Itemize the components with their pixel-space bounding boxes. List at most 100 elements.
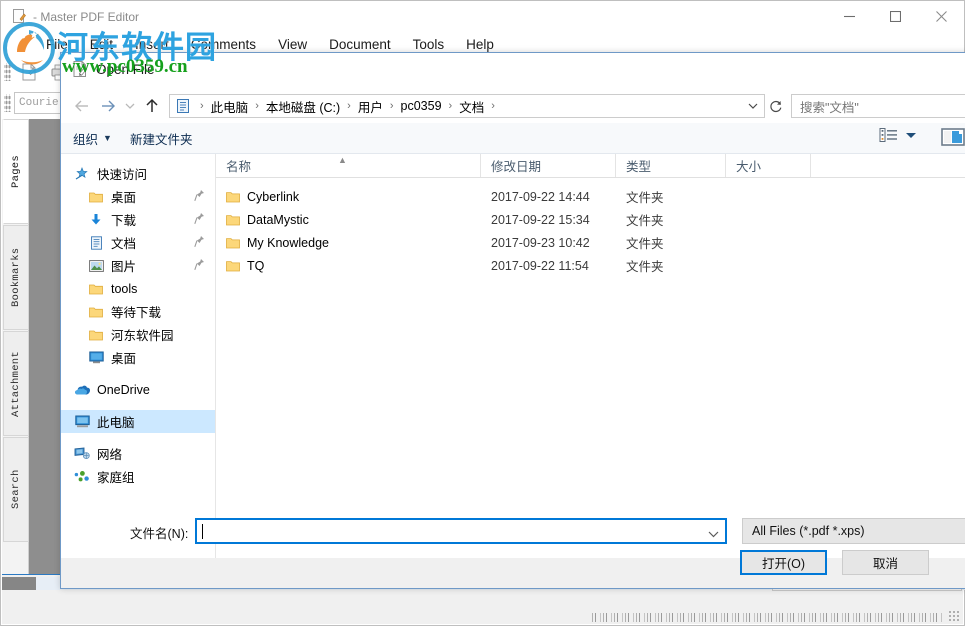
file-type: 文件夹: [626, 191, 664, 205]
breadcrumb-this-pc[interactable]: 此电脑: [209, 97, 251, 116]
breadcrumb-local-disk[interactable]: 本地磁盘 (C:): [264, 97, 342, 116]
table-row[interactable]: My Knowledge 2017-09-23 10:42 文件夹: [216, 231, 965, 254]
view-options-icon: [879, 128, 897, 142]
search-input[interactable]: 搜索"文档": [791, 94, 965, 118]
resize-grip[interactable]: [948, 610, 960, 622]
documents-folder-icon: [175, 98, 191, 114]
table-row[interactable]: DataMystic 2017-09-22 15:34 文件夹: [216, 208, 965, 231]
column-label: 类型: [626, 160, 652, 174]
view-options-button[interactable]: [879, 127, 917, 143]
toolbar-grip-2[interactable]: [4, 94, 11, 112]
sidebar-item-network[interactable]: 网络: [61, 442, 215, 465]
file-list-pane[interactable]: 名称 ▲ 修改日期 类型 大小 Cyberlink 2017-09-22 14:…: [216, 154, 965, 558]
new-document-icon[interactable]: [14, 58, 44, 86]
side-tab-pages[interactable]: Pages: [3, 119, 29, 224]
file-name: My Knowledge: [247, 235, 329, 250]
sidebar-item-pending-downloads[interactable]: 等待下载: [61, 300, 215, 323]
menu-item-tools[interactable]: Tools: [402, 35, 456, 54]
cancel-button[interactable]: 取消: [842, 550, 929, 575]
column-header-size[interactable]: 大小: [726, 154, 811, 177]
table-row[interactable]: TQ 2017-09-22 11:54 文件夹: [216, 254, 965, 277]
menu-item-view[interactable]: View: [267, 35, 318, 54]
pin-icon[interactable]: [194, 258, 205, 274]
filename-label: 文件名(N):: [130, 527, 189, 541]
scrollbar-thumb-left[interactable]: [2, 577, 36, 590]
filename-chevron-down-icon[interactable]: [708, 525, 719, 543]
open-button[interactable]: 打开(O): [740, 550, 827, 575]
toolbar-grip[interactable]: [4, 63, 11, 81]
preview-pane-toggle[interactable]: [941, 128, 965, 151]
file-filter-value: All Files (*.pdf *.xps): [752, 524, 865, 538]
file-date: 2017-09-22 11:54: [491, 258, 589, 273]
menu-item-comments[interactable]: Comments: [180, 35, 267, 54]
sidebar-item-downloads[interactable]: 下载: [61, 208, 215, 231]
new-folder-label: 新建文件夹: [129, 132, 193, 147]
breadcrumb-separator-2: ›: [347, 100, 351, 112]
menu-item-edit[interactable]: Edit: [79, 35, 124, 54]
column-header-date[interactable]: 修改日期: [481, 154, 616, 177]
organize-button[interactable]: 组织 ▼: [73, 129, 112, 148]
sidebar-item-homegroup[interactable]: 家庭组: [61, 465, 215, 488]
sidebar-label: 下载: [111, 214, 137, 228]
up-arrow-icon[interactable]: [139, 93, 165, 119]
file-list: Cyberlink 2017-09-22 14:44 文件夹 DataMysti…: [216, 178, 965, 277]
filename-input[interactable]: [195, 518, 727, 544]
address-bar[interactable]: › 此电脑 › 本地磁盘 (C:) › 用户 › pc0359 › 文档 ›: [169, 94, 765, 118]
maximize-icon[interactable]: [872, 1, 918, 32]
sidebar-item-quick-access[interactable]: 快速访问: [61, 162, 215, 185]
pin-icon[interactable]: [194, 235, 205, 251]
screen: - Master PDF Editor File Edit Insert Com…: [0, 0, 965, 626]
menu-item-insert[interactable]: Insert: [124, 35, 180, 54]
view-options-chevron-down-icon: [906, 133, 916, 138]
back-arrow-icon[interactable]: [69, 93, 95, 119]
sidebar-item-desktop[interactable]: 桌面: [61, 185, 215, 208]
sidebar-item-desktop-2[interactable]: 桌面: [61, 346, 215, 369]
column-header-name[interactable]: 名称 ▲: [216, 154, 481, 177]
side-tab-attachment[interactable]: Attachment: [3, 331, 29, 436]
status-stripe: [592, 613, 942, 622]
document-pencil-icon: [71, 60, 89, 78]
recent-locations-chevron-down-icon[interactable]: [121, 93, 139, 119]
menu-item-help[interactable]: Help: [455, 35, 505, 54]
forward-arrow-icon[interactable]: [95, 93, 121, 119]
breadcrumb-pc0359[interactable]: pc0359: [399, 99, 444, 113]
menu-item-file[interactable]: File: [35, 35, 79, 54]
sidebar-item-hedong-software[interactable]: 河东软件园: [61, 323, 215, 346]
folder-icon: [87, 281, 105, 297]
file-name: Cyberlink: [247, 189, 300, 204]
side-tab-search[interactable]: Search: [3, 437, 29, 542]
pin-icon[interactable]: [194, 189, 205, 205]
minimize-icon[interactable]: [826, 1, 872, 32]
column-header-type[interactable]: 类型: [616, 154, 726, 177]
new-folder-button[interactable]: 新建文件夹: [130, 129, 193, 148]
monitor-icon: [87, 350, 105, 366]
sort-ascending-icon: ▲: [338, 155, 347, 165]
dialog-titlebar: Open File: [61, 53, 965, 85]
close-icon[interactable]: [918, 1, 964, 32]
menu-item-document[interactable]: Document: [318, 35, 402, 54]
sidebar-item-pictures[interactable]: 图片: [61, 254, 215, 277]
file-filter-combo[interactable]: All Files (*.pdf *.xps): [742, 518, 965, 544]
folder-icon: [226, 237, 240, 249]
dialog-command-bar: 组织 ▼ 新建文件夹: [61, 123, 965, 154]
pin-icon[interactable]: [194, 212, 205, 228]
dialog-title: Open File: [96, 61, 155, 77]
sidebar-item-tools[interactable]: tools: [61, 277, 215, 300]
navigation-pane[interactable]: 快速访问 桌面 下载 文档 图片 tools 等待下载 河东软件园 桌面 One…: [61, 154, 216, 558]
table-row[interactable]: Cyberlink 2017-09-22 14:44 文件夹: [216, 185, 965, 208]
folder-icon: [87, 304, 105, 320]
sidebar-item-documents[interactable]: 文档: [61, 231, 215, 254]
breadcrumb-documents[interactable]: 文档: [457, 97, 486, 116]
file-date: 2017-09-22 14:44: [491, 189, 590, 204]
organize-label: 组织: [73, 132, 99, 147]
breadcrumb-separator-4: ›: [448, 100, 453, 112]
breadcrumb-users[interactable]: 用户: [356, 97, 385, 116]
refresh-icon[interactable]: [765, 94, 787, 118]
homegroup-icon: [73, 469, 91, 485]
sidebar-item-onedrive[interactable]: OneDrive: [61, 378, 215, 401]
sidebar-item-this-pc[interactable]: 此电脑: [61, 410, 215, 433]
column-label: 修改日期: [491, 160, 542, 174]
folder-icon: [226, 260, 240, 272]
address-chevron-down-icon[interactable]: [742, 94, 764, 118]
side-tab-bookmarks[interactable]: Bookmarks: [3, 225, 29, 330]
